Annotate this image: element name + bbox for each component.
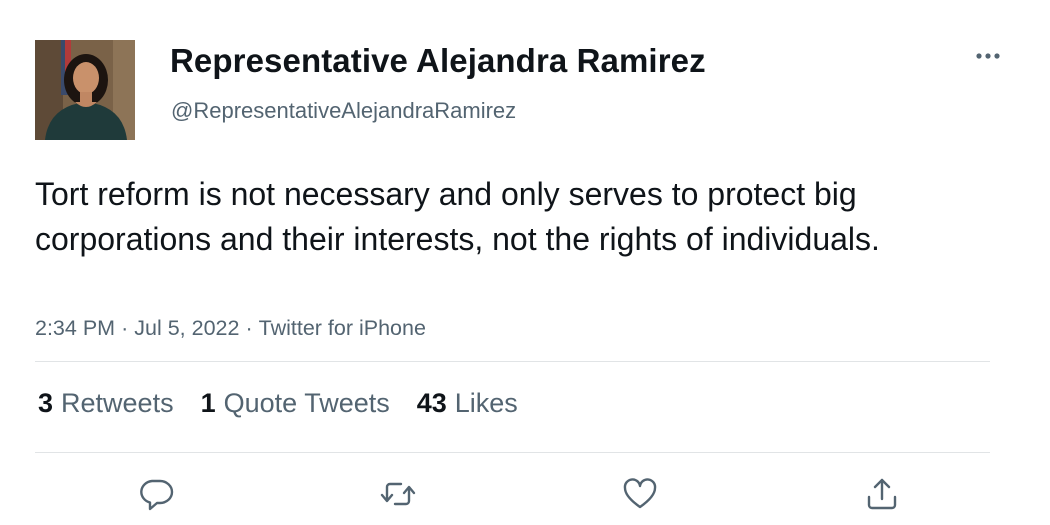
like-button[interactable] [620,474,660,514]
retweet-button[interactable] [378,474,418,514]
retweets-label: Retweets [61,388,174,418]
more-options-button[interactable] [968,44,1008,68]
author-display-name[interactable]: Representative Alejandra Ramirez [170,42,706,80]
likes-label: Likes [454,388,518,418]
tweet-source[interactable]: Twitter for iPhone [259,316,426,340]
retweet-icon [380,482,416,506]
meta-separator: · [245,316,253,340]
heart-icon [623,478,657,509]
divider [35,361,990,362]
tweet-metadata: 2:34 PM · Jul 5, 2022 · Twitter for iPhone [35,316,426,341]
quote-tweets-label: Quote Tweets [223,388,390,418]
share-button[interactable] [862,474,902,514]
quote-tweets-stat[interactable]: 1 Quote Tweets [201,388,390,419]
retweets-count: 3 [38,388,54,418]
likes-count: 43 [416,388,447,418]
more-horizontal-icon [976,53,1000,59]
divider [35,452,990,453]
tweet-card: Representative Alejandra Ramirez @Repres… [0,0,1050,525]
retweets-stat[interactable]: 3 Retweets [38,388,174,419]
tweet-time[interactable]: 2:34 PM [35,316,115,340]
share-icon [867,478,897,510]
author-handle[interactable]: @RepresentativeAlejandraRamirez [171,98,516,124]
tweet-date[interactable]: Jul 5, 2022 [134,316,239,340]
meta-separator: · [121,316,129,340]
reply-button[interactable] [136,474,176,514]
avatar-image [35,40,135,140]
engagement-stats: 3 Retweets 1 Quote Tweets 43 Likes [38,388,545,419]
quote-tweets-count: 1 [200,388,216,418]
likes-stat[interactable]: 43 Likes [417,388,518,419]
avatar[interactable] [35,40,135,140]
reply-icon [140,479,174,511]
tweet-text: Tort reform is not necessary and only se… [35,176,880,257]
